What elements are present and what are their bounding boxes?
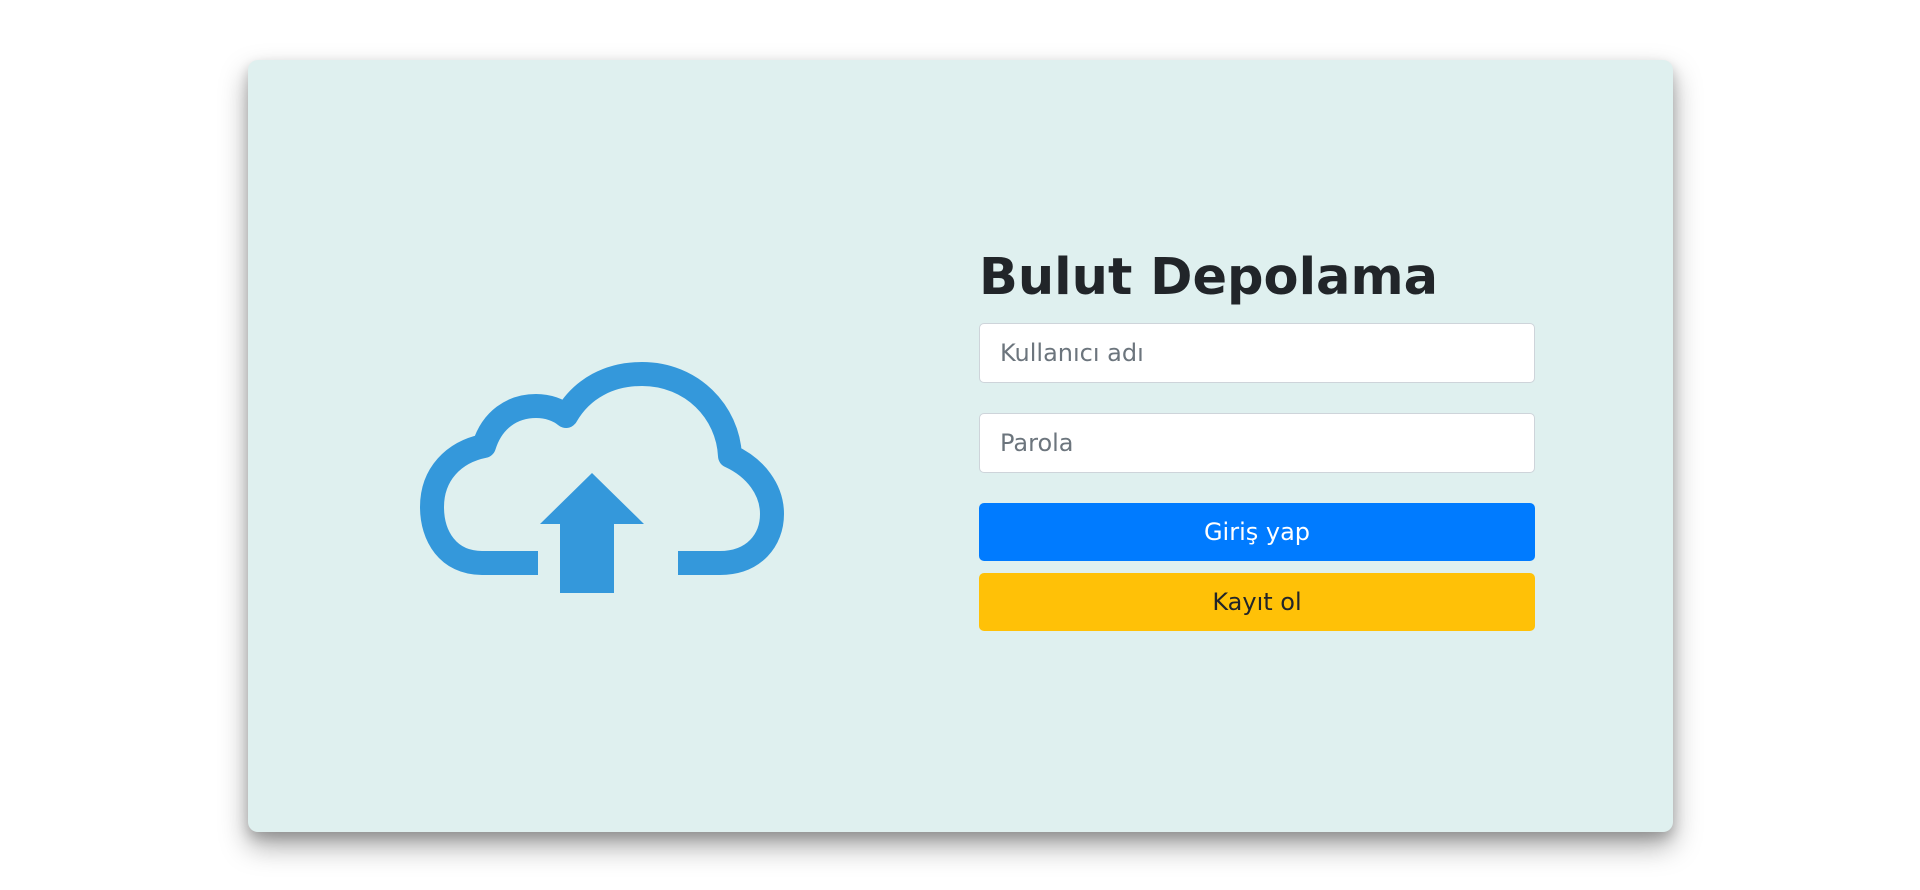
login-form: Bulut Depolama Giriş yap Kayıt ol (979, 250, 1535, 631)
password-input[interactable] (979, 413, 1535, 473)
cloud-upload-icon (420, 324, 786, 625)
login-button[interactable]: Giriş yap (979, 503, 1535, 561)
page-title: Bulut Depolama (979, 248, 1439, 307)
login-card: Bulut Depolama Giriş yap Kayıt ol (248, 60, 1673, 832)
username-input[interactable] (979, 323, 1535, 383)
register-button[interactable]: Kayıt ol (979, 573, 1535, 631)
